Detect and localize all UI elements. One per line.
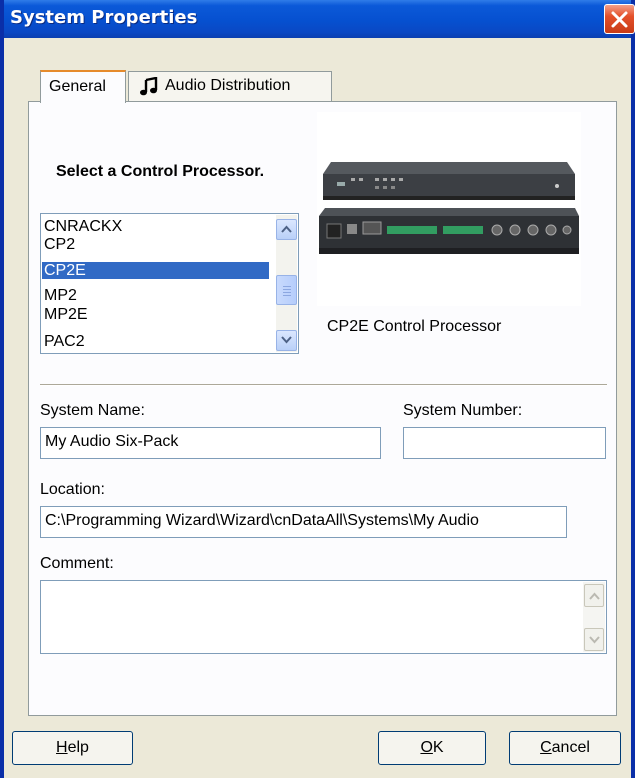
- cancel-label-rest: ancel: [551, 739, 590, 756]
- processor-listbox[interactable]: CNRACKX CP2 CP2E MP2 MP2E PAC2: [40, 213, 299, 354]
- help-button[interactable]: Help: [12, 731, 133, 765]
- listbox-scrollbar[interactable]: [276, 215, 297, 352]
- list-item-mp2e[interactable]: MP2E: [42, 306, 269, 323]
- comment-scroll-up-button[interactable]: [584, 584, 604, 607]
- system-name-field[interactable]: My Audio Six-Pack: [40, 427, 381, 459]
- location-field[interactable]: C:\Programming Wizard\Wizard\cnDataAll\S…: [40, 506, 567, 538]
- tab-general-label: General: [49, 78, 106, 95]
- scroll-up-button[interactable]: [276, 219, 297, 240]
- list-item-cp2e[interactable]: CP2E: [42, 262, 269, 279]
- comment-scrollbar[interactable]: [583, 582, 605, 652]
- system-number-field[interactable]: [403, 427, 606, 459]
- list-item-mp2[interactable]: MP2: [42, 287, 269, 304]
- list-item-cp2[interactable]: CP2: [42, 236, 269, 253]
- list-item-cnrackx[interactable]: CNRACKX: [42, 218, 269, 235]
- ok-accelerator: O: [420, 739, 433, 756]
- chevron-up-icon: [589, 592, 600, 600]
- scroll-thumb[interactable]: [276, 275, 297, 305]
- close-icon: [611, 11, 628, 28]
- chevron-down-icon: [281, 336, 292, 344]
- help-accelerator: H: [56, 739, 68, 756]
- close-button[interactable]: [604, 4, 635, 34]
- ok-label-rest: K: [432, 739, 444, 756]
- tab-audio-distribution[interactable]: Audio Distribution: [128, 71, 332, 101]
- tab-audio-distribution-label: Audio Distribution: [165, 77, 291, 94]
- ok-button[interactable]: OK: [378, 731, 486, 765]
- list-item-pac2[interactable]: PAC2: [42, 333, 269, 350]
- help-label-rest: elp: [67, 739, 89, 756]
- chevron-up-icon: [281, 225, 292, 233]
- title-bar[interactable]: System Properties: [4, 0, 631, 38]
- cancel-accelerator: C: [540, 739, 552, 756]
- window-title: System Properties: [10, 7, 198, 28]
- chevron-down-icon: [589, 636, 600, 644]
- scroll-down-button[interactable]: [276, 330, 297, 351]
- tab-general[interactable]: General: [40, 70, 126, 103]
- comment-scroll-down-button[interactable]: [584, 628, 604, 651]
- comment-textarea[interactable]: [40, 580, 607, 654]
- cancel-button[interactable]: Cancel: [509, 731, 621, 765]
- music-note-icon: [140, 77, 158, 96]
